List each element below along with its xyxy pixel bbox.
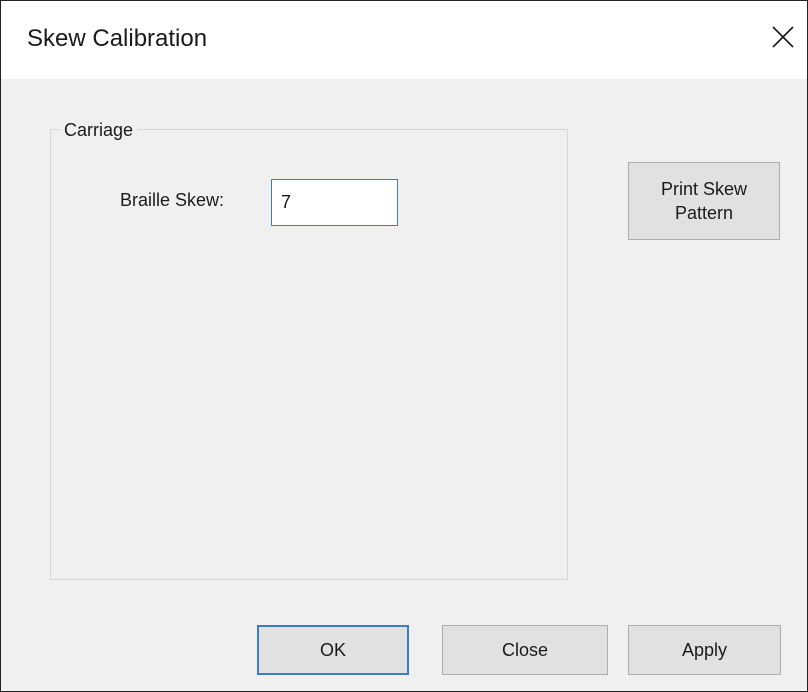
braille-skew-input[interactable] — [271, 179, 398, 226]
print-skew-pattern-label: Print Skew Pattern — [660, 179, 748, 223]
close-button[interactable]: Close — [442, 625, 608, 675]
ok-button[interactable]: OK — [257, 625, 409, 675]
print-skew-pattern-button[interactable]: Print Skew Pattern — [628, 162, 780, 240]
carriage-group-label: Carriage — [60, 120, 138, 141]
close-icon[interactable] — [769, 23, 797, 51]
dialog-title: Skew Calibration — [27, 25, 208, 52]
apply-button[interactable]: Apply — [628, 625, 781, 675]
braille-skew-label: Braille Skew: — [120, 190, 225, 210]
skew-calibration-dialog: Skew Calibration Carriage Braille Skew: … — [0, 0, 808, 692]
title-bar: Skew Calibration — [1, 1, 807, 79]
